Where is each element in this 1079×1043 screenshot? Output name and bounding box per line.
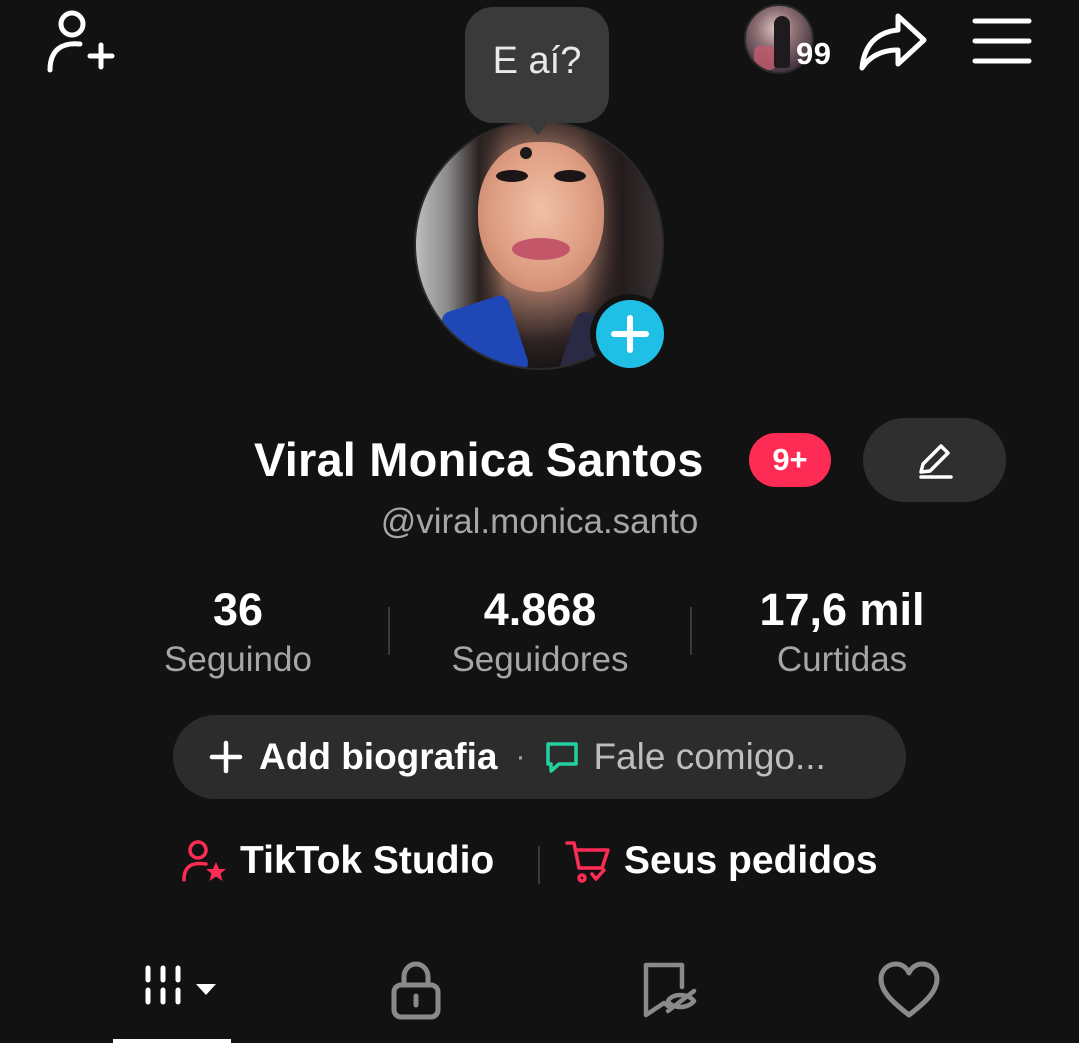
stat-likes[interactable]: 17,6 mil Curtidas [722, 584, 962, 684]
cart-icon [565, 841, 610, 883]
stat-followers[interactable]: 4.868 Seguidores [420, 584, 660, 684]
tab-saved[interactable] [634, 955, 704, 1025]
stat-value: 17,6 mil [759, 584, 925, 635]
tooltip-tail [523, 118, 553, 135]
share-arrow-icon [859, 13, 927, 71]
pencil-icon [918, 444, 953, 479]
grid-icon [145, 965, 216, 1005]
lock-icon [391, 961, 441, 1020]
stat-label: Seguindo [164, 640, 312, 679]
chat-button[interactable]: Fale comigo... [543, 736, 826, 778]
hamburger-menu-icon [972, 18, 1032, 64]
edit-profile-button[interactable] [863, 418, 1006, 502]
story-view-count: 99 [796, 36, 832, 71]
tab-liked[interactable] [876, 955, 942, 1025]
tab-videos[interactable] [130, 955, 230, 1025]
add-friend-button[interactable] [38, 6, 118, 76]
active-tab-indicator [113, 1039, 231, 1043]
plus-icon [611, 315, 649, 353]
note-tooltip[interactable]: E aí? [465, 7, 609, 123]
share-profile-button[interactable] [857, 8, 929, 74]
stat-divider [690, 607, 692, 655]
plus-icon [209, 740, 243, 774]
add-story-button[interactable] [590, 294, 670, 374]
menu-button[interactable] [970, 14, 1034, 66]
creator-star-icon [182, 840, 226, 882]
chat-label: Fale comigo... [593, 736, 826, 777]
stat-divider [388, 607, 390, 655]
stat-value: 4.868 [483, 584, 597, 635]
tiktok-studio-label: TikTok Studio [240, 839, 495, 882]
tooltip-dot [520, 147, 532, 159]
add-bio-button[interactable]: Add biografia [209, 736, 497, 778]
hidden-bookmark-icon [643, 962, 697, 1018]
bio-separator: · [515, 740, 526, 773]
bio-pill: Add biografia · Fale comigo... [173, 715, 906, 799]
display-name: Viral Monica Santos [254, 433, 704, 486]
heart-icon [878, 961, 940, 1018]
stat-label: Seguidores [451, 640, 629, 679]
stat-label: Curtidas [776, 640, 908, 679]
username: @viral.monica.santo [380, 502, 699, 541]
orders-link[interactable]: Seus pedidos [564, 838, 878, 884]
orders-label: Seus pedidos [624, 839, 878, 882]
stat-value: 36 [212, 584, 264, 635]
note-text: E aí? [492, 39, 582, 82]
tiktok-studio-link[interactable]: TikTok Studio [180, 838, 494, 884]
link-divider [538, 846, 540, 884]
chat-bubble-icon [546, 742, 579, 773]
add-bio-label: Add biografia [259, 736, 498, 777]
add-person-icon [47, 10, 115, 73]
tab-private[interactable] [384, 955, 448, 1025]
notification-badge[interactable]: 9+ [749, 433, 831, 487]
stat-following[interactable]: 36 Seguindo [138, 584, 338, 684]
